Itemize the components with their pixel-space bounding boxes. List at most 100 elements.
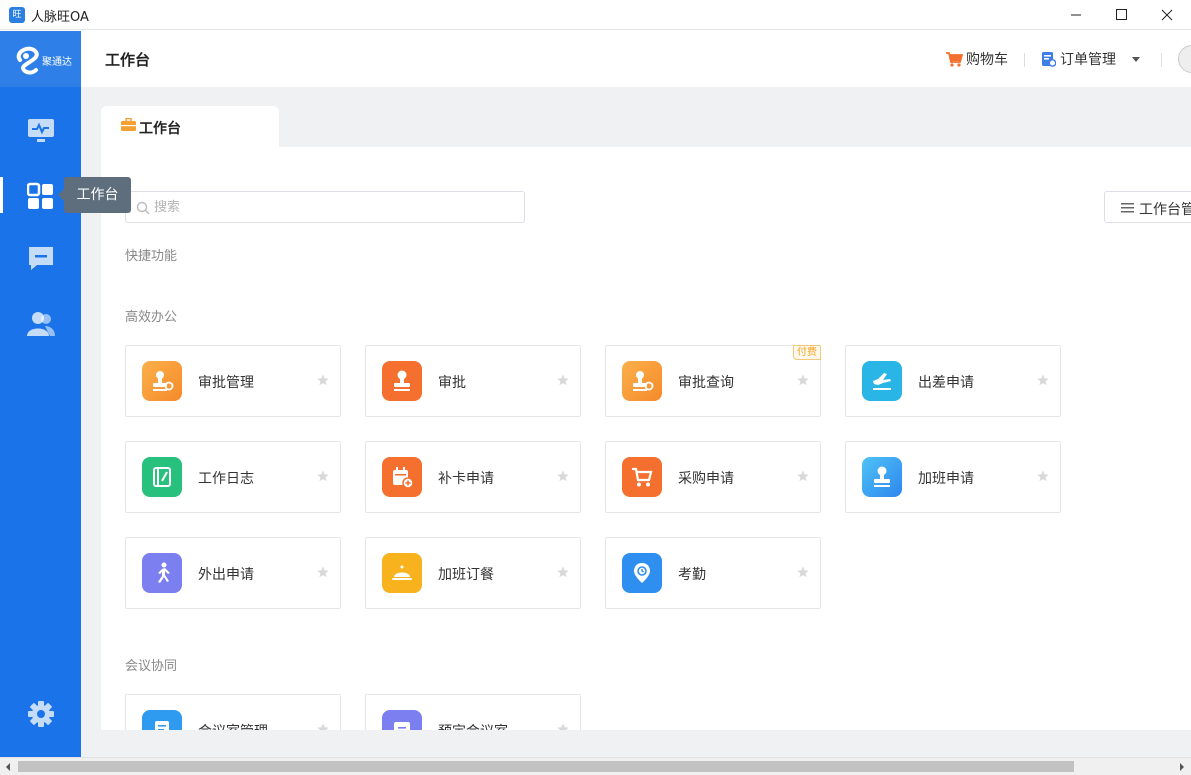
app-card-approval[interactable]: 审批 [365,345,581,417]
sidebar-item-contacts[interactable] [0,297,81,349]
manage-button-label: 工作台管 [1139,202,1191,218]
app-card-label: 加班订餐 [438,567,494,583]
contacts-icon [27,312,55,336]
apps-grid-icon [27,182,53,209]
app-card-label: 外出申请 [198,567,254,583]
star-icon[interactable] [317,566,329,578]
stamp-icon [382,361,422,401]
app-card-label: 预定会议室 [438,721,508,730]
cart-label: 购物车 [966,52,1008,68]
star-icon[interactable] [317,374,329,386]
app-card-label: 审批查询 [678,375,734,391]
app-card-label: 审批 [438,375,466,391]
app-card-work-log[interactable]: 工作日志 [125,441,341,513]
star-icon[interactable] [797,470,809,482]
app-card-approval-management[interactable]: 审批管理 [125,345,341,417]
star-icon[interactable] [557,470,569,482]
app-card-label: 审批管理 [198,375,254,391]
briefcase-icon [121,118,136,131]
sidebar-item-messages[interactable] [0,231,81,283]
star-icon[interactable] [557,566,569,578]
order-label: 订单管理 [1060,52,1116,68]
minimize-button[interactable] [1053,0,1099,30]
cloche-icon [382,553,422,593]
app-card-label: 考勤 [678,567,706,583]
section-title-meeting: 会议协同 [125,659,178,674]
active-indicator [0,177,3,213]
order-management-menu[interactable]: 订单管理 [1041,49,1141,69]
star-icon[interactable] [317,723,329,730]
maximize-icon [1116,9,1127,20]
sidebar-tooltip: 工作台 [58,177,131,213]
close-icon [1161,9,1173,21]
horizontal-scrollbar[interactable] [0,757,1191,775]
message-icon [29,247,53,270]
logo-text: 聚通达 [42,57,72,68]
scroll-left-arrow-icon[interactable] [6,763,10,771]
app-card-book-meeting-room[interactable]: 预定会议室 [365,694,581,730]
app-card-approval-query[interactable]: 付费 审批查询 [605,345,821,417]
tab-workbench[interactable]: 工作台 [101,106,279,147]
scroll-right-arrow-icon[interactable] [1180,763,1184,771]
app-card-label: 补卡申请 [438,471,494,487]
header: 工作台 购物车 订单管理 [81,31,1191,87]
chevron-down-icon[interactable] [1132,57,1140,62]
booking-icon [382,710,422,730]
app-card-label: 加班申请 [918,471,974,487]
header-divider [1161,53,1162,67]
cart-icon [622,457,662,497]
window-title: 人脉旺OA [31,10,89,25]
scrollbar-thumb[interactable] [18,761,1074,772]
app-card-going-out-request[interactable]: 外出申请 [125,537,341,609]
sidebar: 聚通达 [0,31,81,757]
meeting-room-icon [142,710,182,730]
app-card-meeting-room-management[interactable]: 会议室管理 [125,694,341,730]
walk-icon [142,553,182,593]
paid-badge: 付费 [793,345,821,360]
search-icon [136,201,150,215]
star-icon[interactable] [317,470,329,482]
location-clock-icon [622,553,662,593]
app-card-business-trip[interactable]: 出差申请 [845,345,1061,417]
section-title-quick: 快捷功能 [125,249,178,264]
star-icon[interactable] [557,723,569,730]
app-card-label: 出差申请 [918,375,974,391]
app-card-attendance[interactable]: 考勤 [605,537,821,609]
maximize-button[interactable] [1098,0,1144,30]
journal-icon [142,457,182,497]
star-icon[interactable] [557,374,569,386]
sidebar-item-settings[interactable] [0,687,81,739]
search-input[interactable] [154,197,514,217]
app-icon: 旺 [9,7,25,23]
star-icon[interactable] [1037,470,1049,482]
cart-icon [946,52,963,67]
app-card-label: 工作日志 [198,471,254,487]
app-card-overtime-meal[interactable]: 加班订餐 [365,537,581,609]
avatar[interactable] [1178,45,1191,73]
order-icon [1042,52,1056,67]
app-card-label: 会议室管理 [198,721,268,730]
stamp-blue-icon [862,457,902,497]
page-title: 工作台 [105,51,151,69]
app-card-overtime-request[interactable]: 加班申请 [845,441,1061,513]
workbench-panel: 工作台管 快捷功能 高效办公 审批管理 审批 付费 审批查询 出差申请 [101,147,1191,730]
close-button[interactable] [1144,0,1190,30]
calendar-add-icon [382,457,422,497]
app-card-clock-in-supplement[interactable]: 补卡申请 [365,441,581,513]
section-title-office: 高效办公 [125,310,178,325]
app-card-label: 采购申请 [678,471,734,487]
monitor-icon [28,119,54,142]
workbench-manage-button[interactable]: 工作台管 [1104,191,1191,223]
minimize-icon [1071,14,1081,16]
sidebar-item-monitor[interactable] [0,105,81,157]
star-icon[interactable] [1037,374,1049,386]
search-box[interactable] [125,191,525,223]
app-card-purchase-request[interactable]: 采购申请 [605,441,821,513]
menu-icon [1121,203,1134,213]
star-icon[interactable] [797,566,809,578]
stamp-search-icon [622,361,662,401]
tab-label: 工作台 [139,121,181,137]
star-icon[interactable] [797,374,809,386]
gear-icon [28,701,54,727]
plane-icon [862,361,902,401]
